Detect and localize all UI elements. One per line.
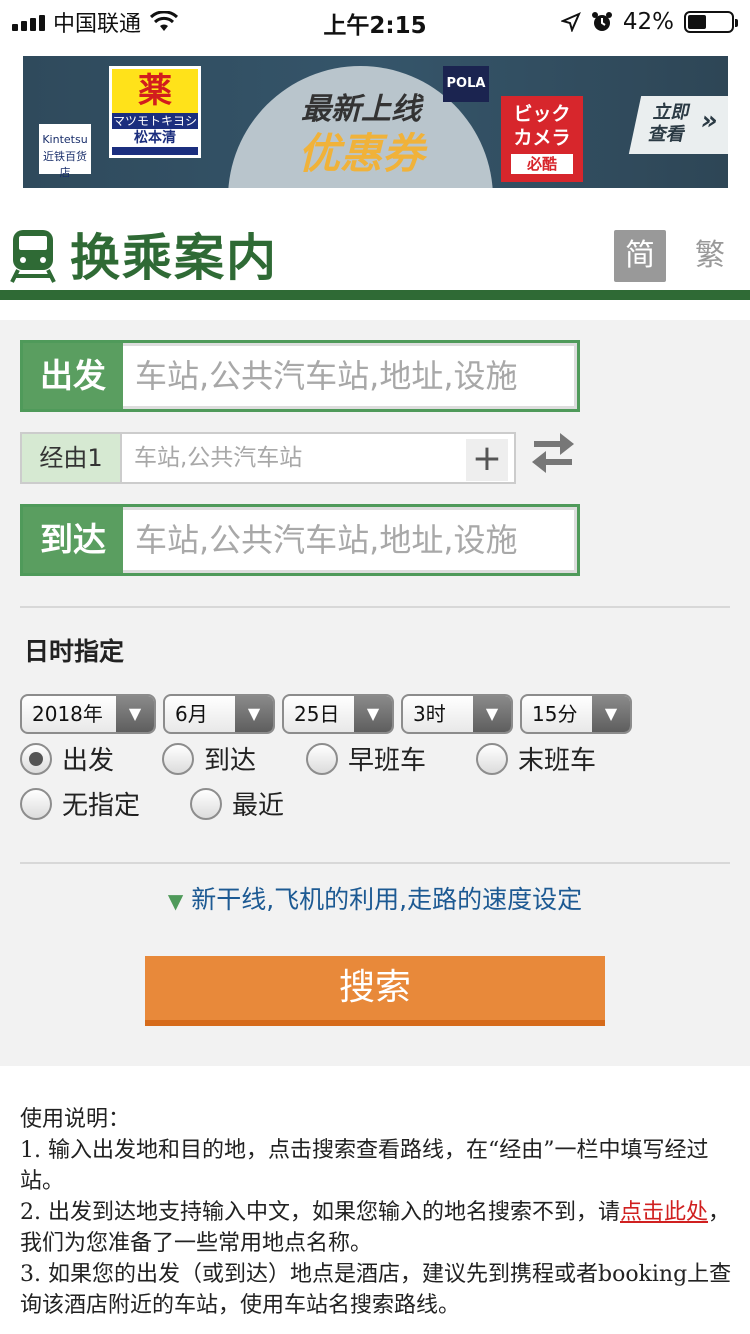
instructions: 使用说明： 1. 输入出发地和目的地，点击搜索查看路线，在“经由”一栏中填写经过… [20,1104,732,1321]
search-button[interactable]: 搜索 [145,956,605,1026]
year-select-value: 2018年 [32,702,103,726]
bic-line2: カメラ [513,127,571,149]
month-select-value: 6月 [175,702,208,726]
radio-last-train-label: 末班车 [518,746,597,776]
year-select[interactable]: 2018年 ▼ [20,694,156,734]
departure-input[interactable] [123,343,577,409]
minute-select-value: 15分 [532,702,578,726]
coupon-banner[interactable]: Kintetsu 近铁百货店 薬 マツモトキヨシ 松本清 最新上线 优惠券 PO… [23,56,728,188]
radio-departure-label: 出发 [62,746,115,776]
departure-label: 出发 [23,343,123,409]
instruction-item: 2. 出发到达地支持输入中文，如果您输入的地名搜索不到，请点击此处，我们为您准备… [20,1197,732,1259]
train-icon [10,230,56,283]
minute-select[interactable]: 15分 ▼ [520,694,632,734]
radio-departure[interactable]: 出发 [20,740,114,777]
triangle-down-icon: ▼ [167,889,184,913]
mk-logo-big: 薬 [112,69,198,113]
banner-title: 最新上线 优惠券 [251,84,471,180]
via-label: 经由1 [22,434,122,482]
datetime-section-title: 日时指定 [24,637,125,666]
radio-unspecified-label: 无指定 [62,791,141,821]
lang-traditional-button[interactable]: 繁 [690,230,730,282]
banner-title-line1: 最新上线 [301,92,421,127]
radio-dot[interactable] [20,787,52,820]
banner-title-line2: 优惠券 [297,129,424,178]
dropdown-arrow-icon: ▼ [592,696,630,732]
click-here-link[interactable]: 点击此处 [620,1200,708,1225]
status-bar: 中国联通 上午2:15 42% [0,0,750,44]
hour-select-value: 3时 [413,702,446,726]
radio-nearest[interactable]: 最近 [190,785,284,822]
kintetsu-logo-sub: 近铁百货店 [43,149,87,180]
add-via-button[interactable]: + [466,439,508,481]
radio-first-train[interactable]: 早班车 [306,740,426,777]
radio-dot[interactable] [20,742,52,775]
page-title: 换乘案内 [70,229,278,287]
mk-logo-sub: マツモトキヨシ [112,114,197,128]
radio-last-train[interactable]: 末班车 [476,740,596,777]
form-divider [20,862,730,864]
dropdown-arrow-icon: ▼ [235,696,273,732]
day-select[interactable]: 25日 ▼ [282,694,394,734]
dropdown-arrow-icon: ▼ [116,696,154,732]
radio-dot[interactable] [476,742,508,775]
bic-line3: 必酷 [511,154,573,174]
header-divider [0,290,750,300]
location-arrow-icon [560,12,581,32]
app-header: 换乘案内 简 繁 [0,214,750,300]
kintetsu-logo: Kintetsu 近铁百货店 [39,124,91,179]
radio-dot[interactable] [306,742,338,775]
pola-logo: POLA [443,66,489,102]
radio-arrival[interactable]: 到达 [162,740,256,777]
radio-nearest-label: 最近 [232,791,285,821]
instruction-item: 3. 如果您的出发（或到达）地点是酒店，建议先到携程或者booking上查询该酒… [20,1262,732,1318]
bic-camera-logo: ビック カメラ 必酷 [501,96,583,182]
arrival-label: 到达 [23,507,123,573]
bic-line1: ビック [513,103,571,125]
alarm-clock-icon [591,12,612,31]
arrival-field: 到达 [20,504,580,576]
form-divider [20,606,730,608]
swap-stations-icon[interactable] [528,430,578,476]
kintetsu-logo-text: Kintetsu [42,133,88,146]
day-select-value: 25日 [294,702,340,726]
dropdown-arrow-icon: ▼ [473,696,511,732]
dropdown-arrow-icon: ▼ [354,696,392,732]
advanced-settings-link[interactable]: ▼ 新干线,飞机的利用,走路的速度设定 [0,880,750,916]
instruction-item: 1. 输入出发地和目的地，点击搜索查看路线，在“经由”一栏中填写经过站。 [20,1138,709,1194]
arrival-input[interactable] [123,507,577,573]
matsumoto-kiyoshi-logo: 薬 マツモトキヨシ 松本清 [109,66,201,158]
instruction-text: 2. 出发到达地支持输入中文，如果您输入的地名搜索不到，请 [20,1200,620,1225]
month-select[interactable]: 6月 ▼ [163,694,275,734]
battery-percent: 42% [622,9,674,35]
instructions-title: 使用说明： [20,1107,131,1132]
radio-first-train-label: 早班车 [348,746,427,776]
via-input[interactable] [122,434,514,482]
battery-icon [684,11,738,33]
lang-simplified-button[interactable]: 简 [614,230,666,282]
via-field: 经由1 + [20,432,516,484]
hour-select[interactable]: 3时 ▼ [401,694,513,734]
radio-arrival-label: 到达 [204,746,257,776]
mk-logo-name: 松本清 [112,129,198,147]
radio-dot[interactable] [190,787,222,820]
departure-field: 出发 [20,340,580,412]
advanced-settings-label: 新干线,飞机的利用,走路的速度设定 [191,885,583,914]
radio-unspecified[interactable]: 无指定 [20,785,140,822]
banner-view-now-button[interactable]: 立即 查看 » [628,96,728,154]
route-search-form: 出发 经由1 + 到达 日时指定 2018年 ▼ 6月 ▼ 25日 ▼ 3时 ▼… [0,320,750,1066]
radio-dot[interactable] [162,742,194,775]
